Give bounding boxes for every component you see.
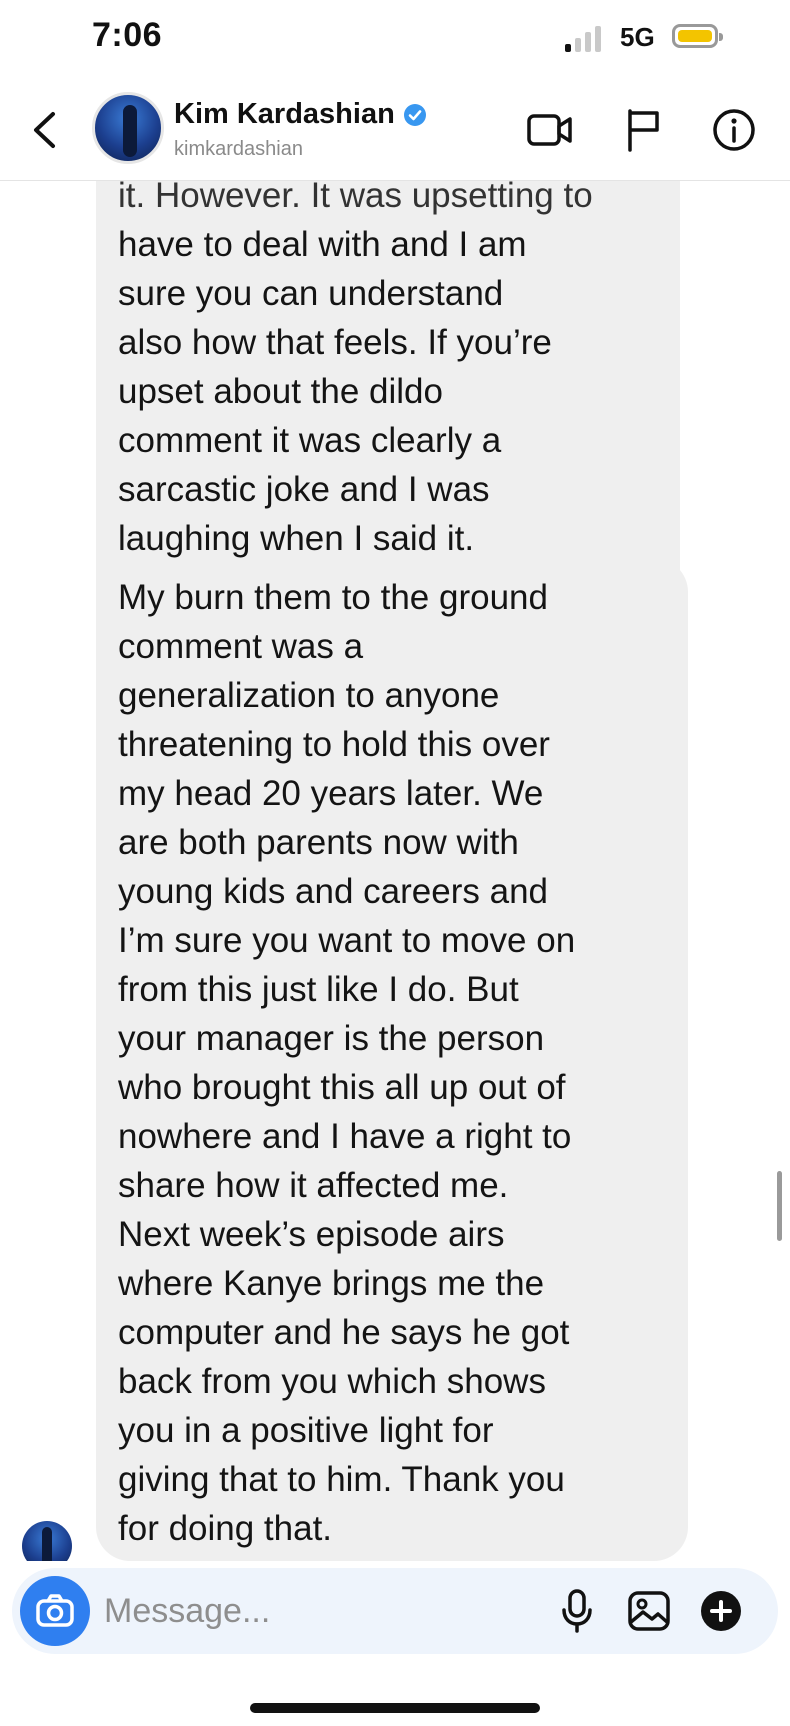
sender-avatar[interactable] [22,1521,72,1561]
status-time: 7:06 [92,16,163,54]
message-line: it. However. It was upsetting to [118,181,593,215]
back-icon [34,112,55,148]
message-bubble[interactable]: My burn them to the ground comment was a… [96,558,688,1561]
microphone-icon [562,1589,592,1633]
message-line: where Kanye brings me the [118,1264,545,1303]
gallery-button[interactable] [622,1584,676,1638]
video-call-button[interactable] [524,104,576,156]
video-call-icon [527,114,572,146]
message-line: laughing when I said it. [118,519,475,558]
message-line: my head 20 years later. We [118,774,544,813]
message-composer [12,1568,778,1654]
message-line: comment was a [118,627,364,666]
chat-header: Kim Kardashian kimkardashian [0,80,790,181]
message-line: comment it was clearly a [118,421,502,460]
voice-message-button[interactable] [550,1584,604,1638]
message-line: from this just like I do. But [118,970,519,1009]
message-line: who brought this all up out of [118,1068,566,1107]
message-line: threatening to hold this over [118,725,550,764]
info-icon [713,109,755,151]
gallery-icon [628,1591,670,1631]
message-line: sarcastic joke and I was [118,470,490,509]
verified-icon [403,103,426,126]
message-line: back from you which shows [118,1362,546,1401]
message-thread[interactable]: it. However. It was upsetting to have to… [0,181,790,1561]
add-button[interactable] [694,1584,748,1638]
contact-name: Kim Kardashian [174,98,395,130]
contact-avatar[interactable] [92,92,164,164]
camera-button[interactable] [20,1576,90,1646]
message-line: have to deal with and I am [118,225,527,264]
network-label: 5G [620,22,655,52]
message-line: upset about the dildo [118,372,443,411]
message-line: nowhere and I have a right to [118,1117,572,1156]
status-bar: 7:06 5G [0,0,790,80]
contact-name-row[interactable]: Kim Kardashian [174,98,427,131]
message-line: your manager is the person [118,1019,545,1058]
message-line: are both parents now with [118,823,519,862]
message-line: share how it affected me. [118,1166,509,1205]
home-indicator[interactable] [250,1703,540,1713]
contact-handle: kimkardashian [174,138,303,160]
add-icon [701,1591,741,1631]
report-button[interactable] [617,104,669,156]
battery-icon [672,24,723,48]
message-line: generalization to anyone [118,676,500,715]
message-input[interactable] [104,1582,544,1640]
message-line: you in a positive light for [118,1411,494,1450]
message-line: also how that feels. If you’re [118,323,552,362]
message-line: Next week’s episode airs [118,1215,505,1254]
message-line: My burn them to the ground [118,578,548,617]
camera-icon [36,1594,74,1627]
back-button[interactable] [22,102,66,158]
message-line: young kids and careers and [118,872,548,911]
signal-icon [565,24,607,52]
message-line: I’m sure you want to move on [118,921,576,960]
message-line: giving that to him. Thank you [118,1460,565,1499]
message-line: for doing that. [118,1509,333,1548]
message-line: sure you can understand [118,274,504,313]
flag-icon [628,109,659,152]
message-line: computer and he says he got [118,1313,570,1352]
info-button[interactable] [708,104,760,156]
scrollbar[interactable] [777,1171,782,1241]
